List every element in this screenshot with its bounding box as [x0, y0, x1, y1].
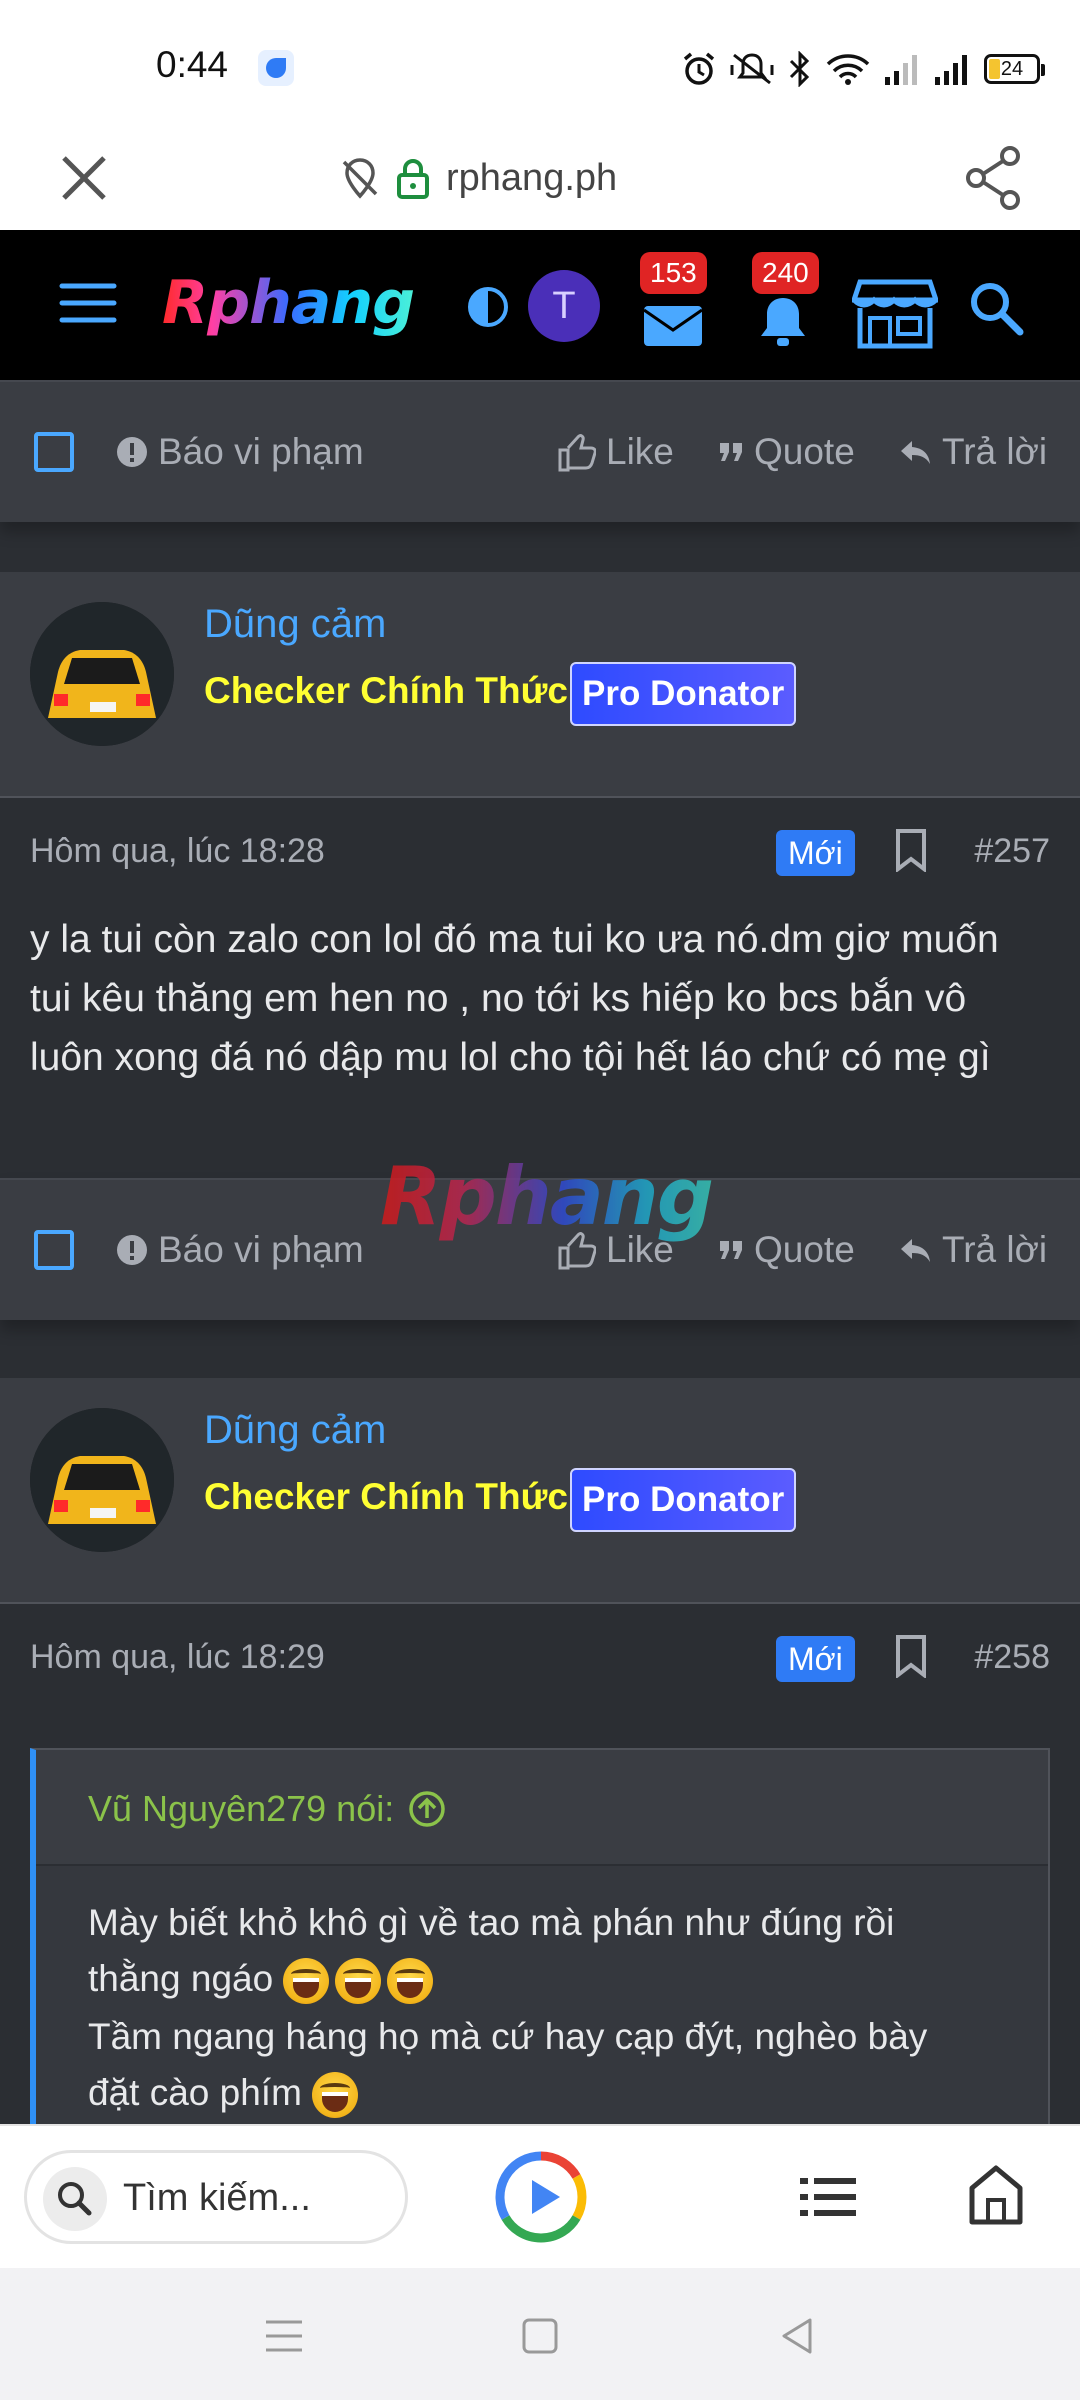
signal-icon — [885, 55, 917, 85]
post-meta: Hôm qua, lúc 18:29 Mới #258 — [0, 1606, 1080, 1716]
new-badge: Mới — [776, 1636, 855, 1682]
author-username[interactable]: Dũng cảm — [204, 602, 386, 647]
select-post-checkbox[interactable] — [34, 432, 74, 472]
laughing-emoji-icon — [335, 1958, 382, 2005]
menu-icon[interactable] — [58, 278, 118, 328]
laughing-emoji-icon — [283, 1958, 330, 2005]
alert-icon — [117, 437, 147, 467]
thumbs-up-icon — [558, 434, 596, 472]
browser-bottom-bar: Tìm kiếm... — [0, 2124, 1080, 2268]
bluetooth-icon — [789, 51, 810, 87]
search-icon — [43, 2167, 107, 2231]
bookmark-icon[interactable] — [894, 828, 928, 872]
play-icon[interactable] — [494, 2150, 588, 2244]
back-icon[interactable] — [776, 2314, 820, 2358]
alerts-count-badge: 240 — [752, 252, 819, 294]
post-body: y la tui còn zalo con lol đó ma tui ko ư… — [0, 910, 1080, 1178]
post-date[interactable]: Hôm qua, lúc 18:28 — [30, 832, 325, 871]
location-off-icon — [342, 158, 378, 199]
author-title: Checker Chính Thức — [204, 1476, 568, 1517]
lock-icon — [397, 159, 429, 199]
author-avatar[interactable] — [30, 1408, 174, 1552]
url-text: rphang.ph — [446, 156, 618, 199]
laughing-emoji-icon — [387, 1958, 434, 2005]
quote-line: thằng ngáo — [88, 1958, 439, 2005]
inbox-count-badge: 153 — [640, 252, 707, 294]
list-icon[interactable] — [798, 2172, 858, 2222]
post-content: y la tui còn zalo con lol đó ma tui ko ư… — [30, 918, 999, 1079]
reply-button[interactable]: Trả lời — [898, 1224, 1047, 1276]
quote-line: đặt cào phím — [88, 2072, 364, 2119]
post-date[interactable]: Hôm qua, lúc 18:29 — [30, 1638, 325, 1677]
author-avatar[interactable] — [30, 602, 174, 746]
site-header: Rphang T 153 240 — [0, 230, 1080, 380]
home-button-icon[interactable] — [518, 2314, 562, 2358]
post-number[interactable]: #258 — [974, 1638, 1050, 1677]
author-banner: Pro Donator — [570, 1468, 797, 1532]
search-box[interactable]: Tìm kiếm... — [24, 2150, 408, 2244]
app-notification-icon — [258, 50, 294, 86]
laughing-emoji-icon — [312, 2072, 359, 2119]
like-button[interactable]: Like — [556, 426, 674, 478]
author-banner: Pro Donator — [570, 662, 797, 726]
quote-icon — [720, 443, 742, 461]
reply-icon — [901, 441, 930, 464]
recent-apps-icon[interactable] — [262, 2314, 306, 2358]
browser-address-bar: rphang.ph — [0, 128, 1080, 230]
post-meta: Hôm qua, lúc 18:28 Mới #257 — [0, 800, 1080, 910]
search-placeholder: Tìm kiếm... — [123, 2177, 311, 2219]
arrow-up-circle-icon — [409, 1791, 445, 1827]
post-number[interactable]: #257 — [974, 832, 1050, 871]
alert-icon — [117, 1235, 147, 1265]
share-icon[interactable] — [962, 144, 1026, 212]
signal-icon — [935, 55, 967, 85]
report-button[interactable]: Báo vi phạm — [116, 426, 364, 478]
post-author-block: Dũng cảm Checker Chính Thức Pro Donator — [0, 572, 1080, 798]
reply-icon — [901, 1239, 930, 1262]
quote-header: Vũ Nguyên279 nói: — [36, 1750, 1048, 1866]
report-button[interactable]: Báo vi phạm — [116, 1224, 364, 1276]
new-badge: Mới — [776, 830, 855, 876]
wifi-icon — [826, 54, 870, 85]
store-icon[interactable] — [852, 278, 938, 350]
status-time: 0:44 — [156, 44, 229, 85]
quote-button[interactable]: Quote — [718, 426, 855, 478]
quote-block: Vũ Nguyên279 nói: Mày biết khỏ khô gì về… — [30, 1748, 1050, 2166]
quote-icon — [720, 1241, 742, 1259]
post-author-block: Dũng cảm Checker Chính Thức Pro Donator — [0, 1378, 1080, 1604]
theme-toggle-icon[interactable] — [466, 285, 510, 329]
url-field[interactable]: rphang.ph — [340, 146, 617, 210]
quote-body: Mày biết khỏ khô gì về tao mà phán như đ… — [36, 1866, 1048, 2166]
system-navigation-bar — [0, 2268, 1080, 2400]
mute-vibrate-icon — [730, 53, 774, 85]
author-title: Checker Chính Thức — [204, 670, 568, 711]
user-avatar[interactable]: T — [528, 270, 600, 342]
status-bar: 0:44 24 — [0, 0, 1080, 128]
post-action-bar: Báo vi phạm Like Quote Trả lời — [0, 380, 1080, 522]
search-icon[interactable] — [966, 278, 1026, 338]
watermark-logo: Rphang — [380, 1150, 714, 1243]
battery-icon: 24 — [984, 54, 1045, 84]
quote-author-link[interactable]: Vũ Nguyên279 nói: — [88, 1788, 446, 1830]
bookmark-icon[interactable] — [894, 1634, 928, 1678]
battery-level: 24 — [1000, 58, 1024, 80]
site-logo[interactable]: Rphang — [162, 268, 415, 338]
select-post-checkbox[interactable] — [34, 1230, 74, 1270]
close-icon[interactable] — [54, 148, 114, 208]
reply-button[interactable]: Trả lời — [898, 426, 1047, 478]
alarm-icon — [683, 52, 715, 85]
quote-button[interactable]: Quote — [718, 1224, 855, 1276]
author-username[interactable]: Dũng cảm — [204, 1408, 386, 1453]
home-icon[interactable] — [968, 2164, 1024, 2226]
quote-line: Tầm ngang háng họ mà cứ hay cạp đýt, ngh… — [88, 2016, 928, 2057]
status-icons: 24 — [682, 48, 1045, 90]
quote-line: Mày biết khỏ khô gì về tao mà phán như đ… — [88, 1902, 895, 1943]
